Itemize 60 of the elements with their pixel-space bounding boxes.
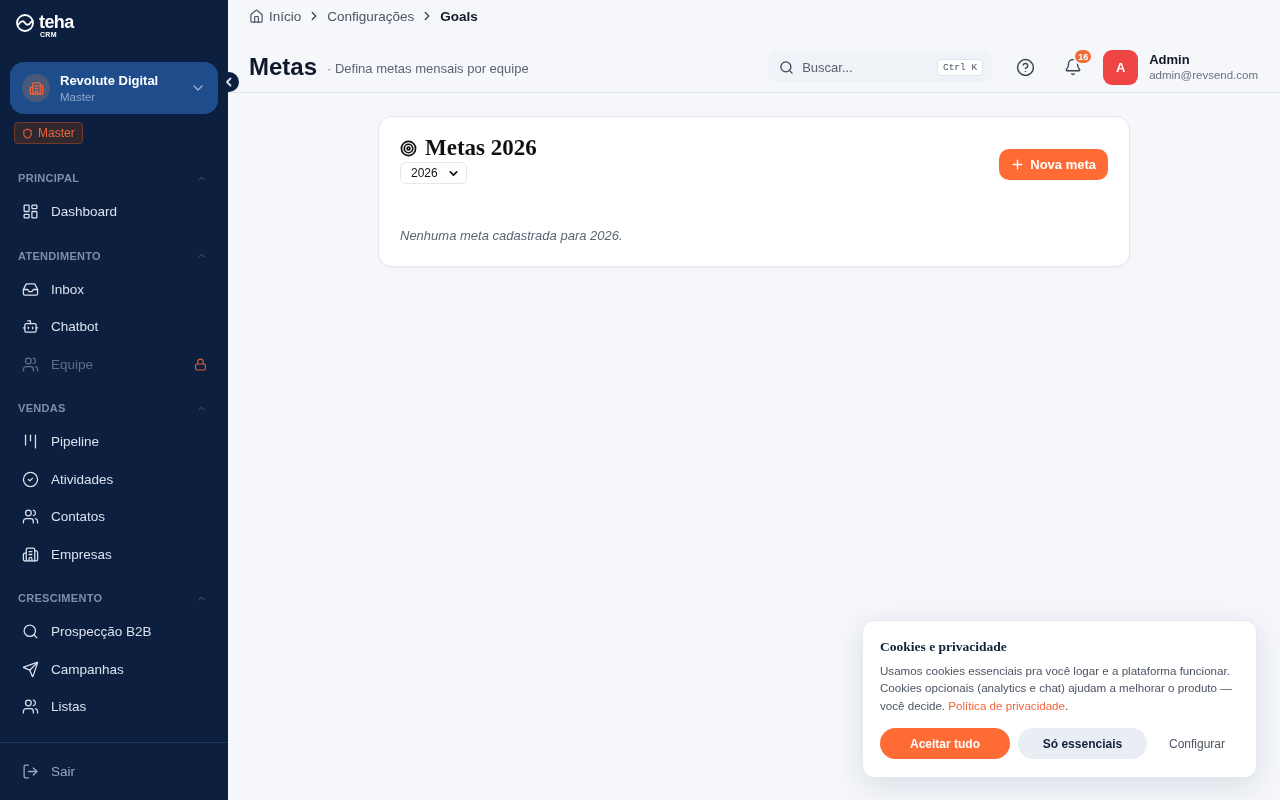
nav-item[interactable]: Listas [0,688,228,726]
help-icon[interactable] [1016,57,1036,77]
users-icon [22,355,39,373]
nav-item[interactable]: Dashboard [0,193,228,231]
target-icon [400,139,417,157]
breadcrumb-link[interactable]: Configurações [327,8,415,24]
columns-icon [22,433,39,451]
workspace-switcher[interactable]: Revolute Digital Master [10,62,218,114]
empty-message: Nenhuma meta cadastrada para 2026. [400,228,624,244]
logout-item[interactable]: Sair [0,752,228,790]
plus-icon [1010,157,1026,172]
page-title: Metas [249,53,318,81]
nav-item[interactable]: Contatos [0,498,228,536]
notification-count: 16 [1073,48,1094,65]
logout-icon [22,762,39,780]
section-header[interactable]: ATENDIMENTO [0,242,228,269]
breadcrumb-link[interactable]: Início [249,8,302,24]
user-name: Admin [1149,51,1191,68]
cookie-text: Usamos cookies essenciais pra você logar e a plataforma funcionar. Cookies opcionais (analytics e chat) ajudam a melhorar o produto — você decide. Política de privacidade. [880,662,1233,714]
dashboard-icon [22,203,39,221]
search-icon [779,59,795,75]
wave-logo-icon [16,14,34,32]
search-icon [22,623,39,641]
breadcrumb-current: Goals [440,8,478,24]
nav-item[interactable]: Empresas [0,535,228,573]
nav-item[interactable]: Chatbot [0,308,228,346]
section-header[interactable]: PRINCIPAL [0,165,228,191]
year-select[interactable]: 2026 [400,162,467,184]
page-subtitle: · Defina metas mensais por equipe [327,60,529,76]
essentials-button[interactable]: Só essenciais [1017,728,1147,759]
users-icon [22,508,39,526]
home-icon [249,8,264,24]
shield-icon [22,127,33,139]
search-field[interactable]: Buscar... Ctrl K [768,52,993,82]
user-avatar[interactable]: A [1103,49,1139,85]
check-circle-icon [22,470,39,488]
user-email: admin@revsend.com [1149,67,1258,83]
building-avatar-icon [22,74,50,102]
robot-icon [22,318,39,336]
nav-item[interactable]: Pipeline [0,423,228,461]
paper-plane-icon [22,660,39,678]
workspace-name: Revolute Digital [60,72,160,89]
workspace-role: Master [60,89,97,104]
inbox-icon [22,280,39,298]
section-header[interactable]: VENDAS [0,395,228,421]
section-header[interactable]: CRESCIMENTO [0,585,228,611]
users-icon [22,698,39,716]
card-title: Metas 2026 [425,134,537,162]
nav-item[interactable]: Atividades [0,460,228,498]
nav-item[interactable]: Inbox [0,270,228,308]
role-label: Master [38,126,75,140]
building-icon [22,545,39,563]
nav-item[interactable]: Campanhas [0,650,228,688]
brand-name: teha [39,14,74,31]
banner-title: Cookies e privacidade [880,637,1008,656]
nav-item[interactable]: Prospecção B2B [0,613,228,651]
bell-icon[interactable] [1064,58,1083,76]
search-input[interactable]: Buscar... [802,59,929,75]
shortcut-hint: Ctrl K [936,58,984,76]
configure-button[interactable]: Configurar [1154,728,1239,759]
